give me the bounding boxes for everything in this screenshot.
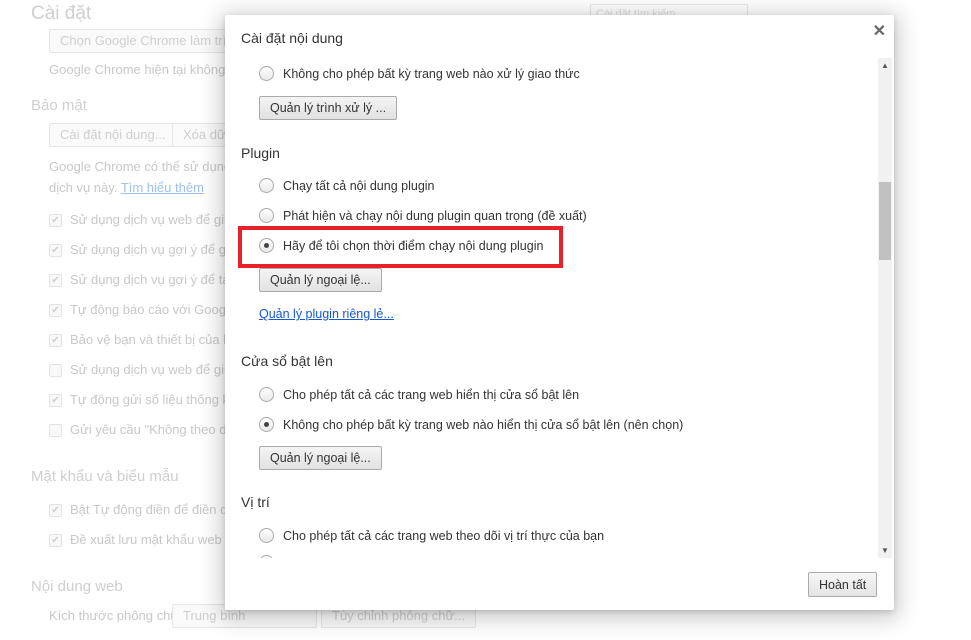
location-heading: Vị trí (241, 494, 270, 510)
popup-exceptions-button[interactable]: Quản lý ngoại lệ... (259, 446, 382, 470)
radio-label: Cho phép tất cả các trang web hiển thị c… (283, 387, 580, 402)
checkbox[interactable]: ✔ (49, 504, 62, 517)
checkbox-label: Tự động báo cáo với Google (70, 302, 237, 317)
popup-heading: Cửa sổ bật lên (241, 353, 333, 369)
checkbox[interactable]: ✔ (49, 334, 62, 347)
web-content-heading: Nội dung web (31, 578, 123, 595)
plugin-heading: Plugin (241, 145, 280, 161)
manage-plugins-link[interactable]: Quản lý plugin riêng lẻ... (259, 307, 394, 321)
radio-block-handlers[interactable]: Không cho phép bất kỳ trang web nào xử l… (259, 66, 580, 81)
passwords-heading: Mật khẩu và biểu mẫu (31, 468, 179, 485)
radio-icon (259, 208, 274, 223)
radio-location-allow[interactable]: Cho phép tất cả các trang web theo dõi v… (259, 528, 604, 543)
checkbox-label: Sử dụng dịch vụ web để giúp (70, 212, 239, 227)
radio-plugin-option[interactable]: Chạy tất cả nội dung plugin (259, 178, 435, 193)
highlight-box (238, 226, 563, 268)
radio-popup-option[interactable]: Cho phép tất cả các trang web hiển thị c… (259, 387, 579, 402)
plugin-exceptions-button[interactable]: Quản lý ngoại lệ... (259, 268, 382, 292)
checkbox[interactable]: ✔ (49, 394, 62, 407)
checkbox-label: Bật Tự động điền để điền các (70, 502, 241, 517)
checkbox-label: Bảo vệ bạn và thiết bị của bạn (70, 332, 245, 347)
radio-icon (259, 417, 274, 432)
radio-label: Chạy tất cả nội dung plugin (283, 178, 435, 193)
font-size-label: Kích thước phông chữ: (49, 608, 183, 623)
content-settings-dialog: Cài đặt nội dung ✕ Không cho phép bất kỳ… (225, 15, 894, 610)
radio-icon (259, 66, 274, 81)
privacy-heading: Bảo mật (31, 97, 87, 114)
checkbox-label: Gửi yêu cầu "Không theo dõi" (70, 422, 242, 437)
radio-icon (259, 387, 274, 402)
radio-plugin-option[interactable]: Phát hiện và chạy nội dung plugin quan t… (259, 208, 587, 223)
radio-popup-option[interactable]: Không cho phép bất kỳ trang web nào hiển… (259, 417, 683, 432)
radio-label: Không cho phép bất kỳ trang web nào hiển… (283, 417, 684, 432)
radio-icon (259, 178, 274, 193)
scroll-up-icon[interactable]: ▲ (881, 61, 889, 70)
checkbox[interactable]: ✔ (49, 244, 62, 257)
checkbox[interactable] (49, 364, 62, 377)
radio-partial (259, 555, 274, 558)
manage-handlers-button[interactable]: Quản lý trình xử lý ... (259, 96, 398, 120)
checkbox-label: Tự động gửi số liệu thống kê (70, 392, 237, 407)
learn-more-link[interactable]: Tìm hiểu thêm (121, 180, 204, 195)
checkbox[interactable] (49, 424, 62, 437)
checkbox[interactable]: ✔ (49, 274, 62, 287)
checkbox-label: Sử dụng dịch vụ gợi ý để giúp (70, 242, 244, 257)
radio-label: Cho phép tất cả các trang web theo dõi v… (283, 528, 605, 543)
radio-label: Phát hiện và chạy nội dung plugin quan t… (283, 208, 587, 223)
privacy-text: Google Chrome có thể sử dụng d (49, 159, 242, 174)
checkbox[interactable]: ✔ (49, 214, 62, 227)
radio-label: Không cho phép bất kỳ trang web nào xử l… (283, 66, 580, 81)
default-browser-button[interactable]: Chọn Google Chrome làm trình (49, 29, 252, 53)
radio-icon (259, 528, 274, 543)
dialog-content: Không cho phép bất kỳ trang web nào xử l… (225, 15, 894, 610)
scrollbar[interactable]: ▲ ▼ (878, 58, 892, 558)
checkbox[interactable]: ✔ (49, 304, 62, 317)
checkbox-label: Sử dụng dịch vụ gợi ý để tải t (70, 272, 240, 287)
default-browser-text: Google Chrome hiện tại không ph (49, 62, 244, 77)
scrollbar-thumb[interactable] (879, 182, 891, 260)
page-title: Cài đặt (31, 3, 92, 24)
content-settings-button[interactable]: Cài đặt nội dung... (49, 123, 177, 147)
checkbox-label: Sử dụng dịch vụ web để giúp (70, 362, 239, 377)
privacy-text-2: dịch vụ này. (49, 180, 118, 195)
checkbox-label: Đề xuất lưu mật khẩu web củ (70, 532, 240, 547)
checkbox[interactable]: ✔ (49, 534, 62, 547)
done-button[interactable]: Hoàn tất (808, 572, 878, 597)
scroll-down-icon[interactable]: ▼ (881, 546, 889, 555)
